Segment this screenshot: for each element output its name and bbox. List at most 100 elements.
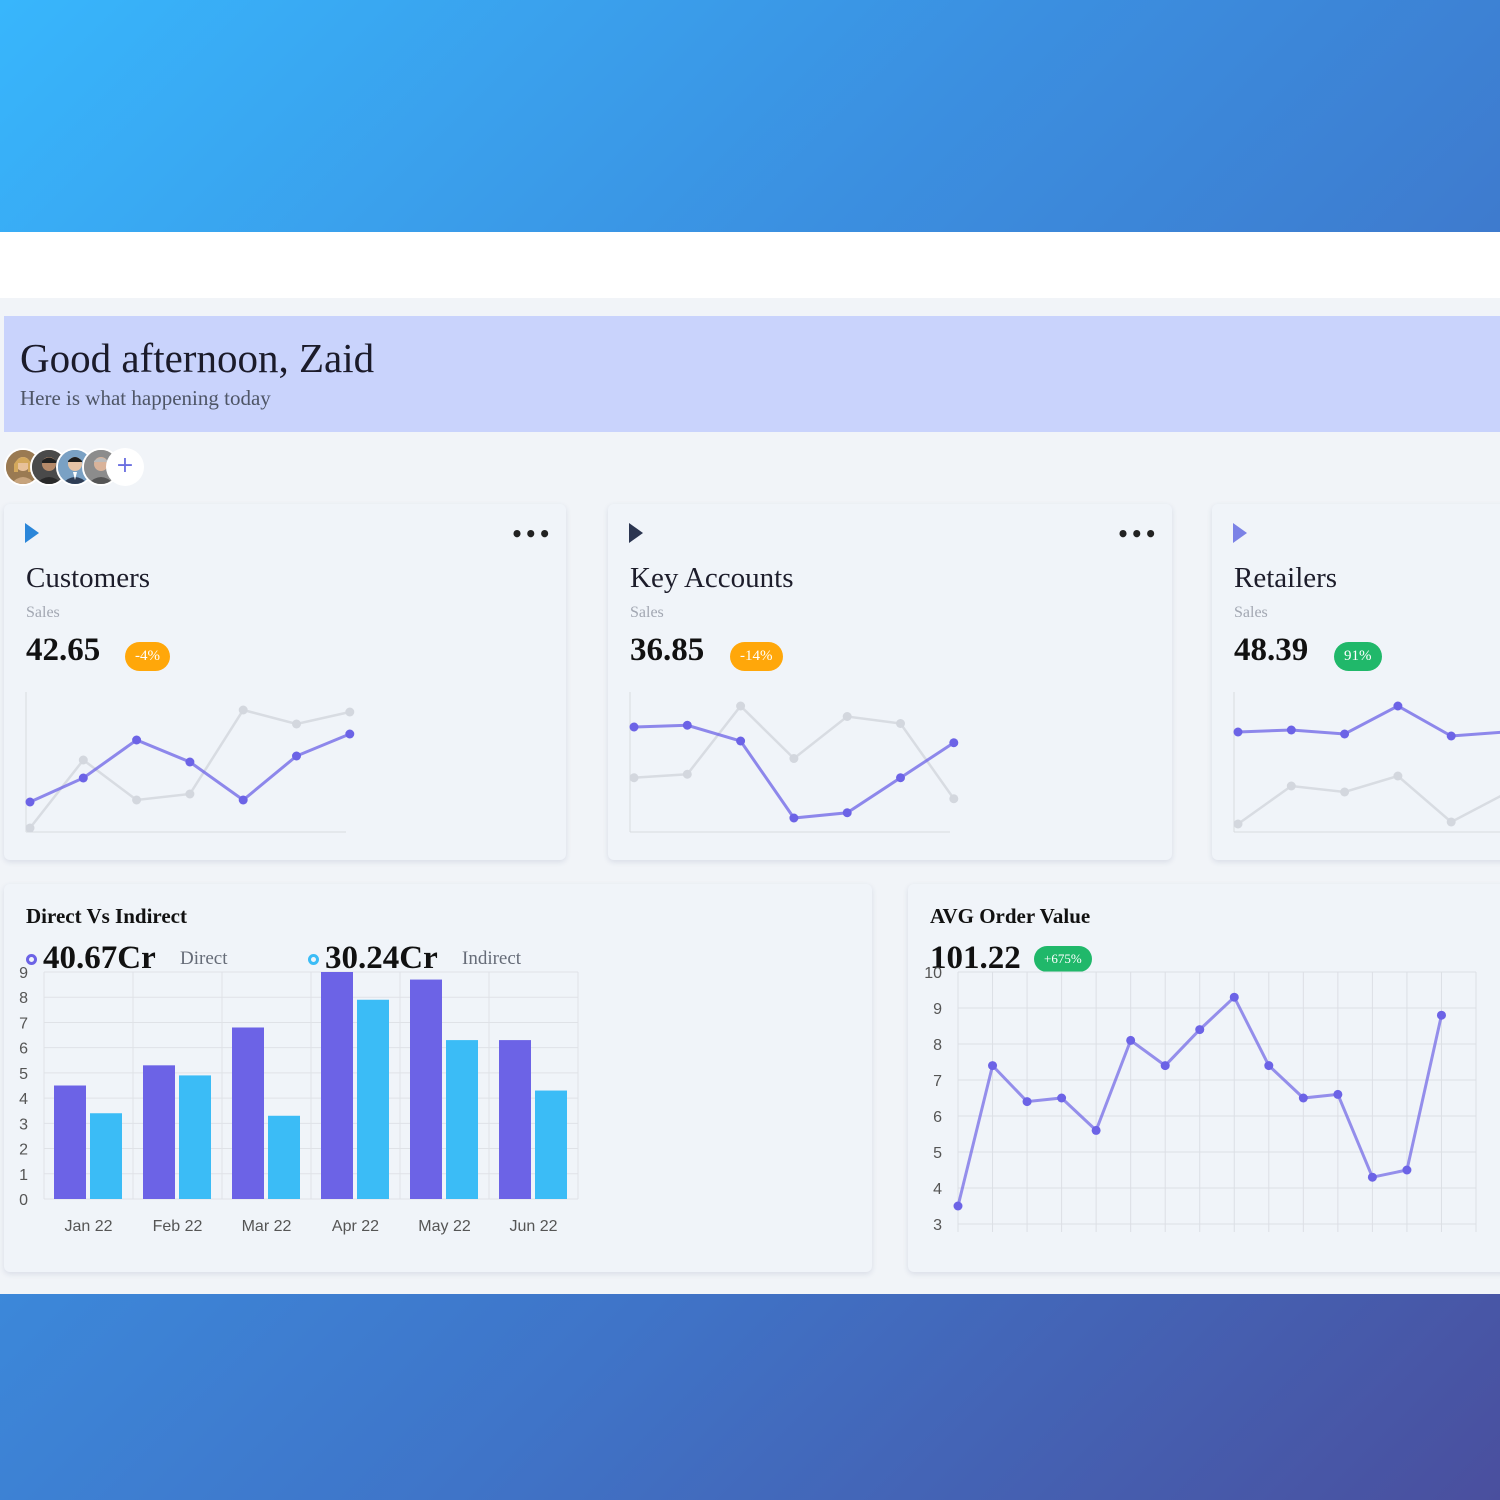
- bar-direct: [499, 1040, 531, 1199]
- direct-vs-indirect-bar-chart: 0 1 2 3 4 5 6 7 8 9 Jan 22 Feb 22 Mar 22 Apr 22 May 22…: [19, 965, 579, 1235]
- key-accounts-card: ••• Key Accounts Sales 36.85 -14%: [608, 504, 1172, 860]
- greeting-subtitle: Here is what happening today: [20, 386, 271, 410]
- sparkline-point: [896, 773, 905, 783]
- change-badge: 91%: [1334, 642, 1382, 671]
- line-chart-point: [988, 1061, 998, 1071]
- bar-direct: [54, 1085, 86, 1199]
- line-chart-y-tick: 9: [933, 1001, 942, 1018]
- sparkline-point: [842, 712, 852, 721]
- retailers-card: Retailers Sales 48.39 91%: [1212, 504, 1500, 860]
- line-chart-point: [1402, 1165, 1412, 1175]
- avg-order-value-card: AVG Order Value 101.22 +675% 3 4 5 6 7 8 9 10: [908, 884, 1500, 1272]
- line-chart-y-tick: 4: [933, 1181, 942, 1198]
- sparkline-point: [949, 794, 959, 804]
- line-chart-point: [953, 1201, 963, 1211]
- bar-indirect: [357, 999, 389, 1199]
- bar-chart-y-tick: 7: [19, 1015, 28, 1032]
- bar-chart-y-tick: 4: [19, 1091, 28, 1108]
- sparkline-point: [1340, 729, 1350, 739]
- bar-direct: [410, 979, 442, 1199]
- card-sublabel: Sales: [1234, 604, 1268, 621]
- bar-indirect: [268, 1115, 300, 1199]
- direct-vs-indirect-card: Direct Vs Indirect 40.67Cr Direct 30.24C…: [4, 884, 872, 1272]
- card-value: 42.65: [26, 632, 101, 668]
- customers-card: ••• Customers Sales 42.65 -4%: [4, 504, 566, 860]
- sparkline-point: [896, 719, 905, 728]
- sparkline-point: [1340, 787, 1350, 797]
- bar-indirect: [90, 1113, 122, 1199]
- sparkline-point: [238, 795, 248, 805]
- line-chart-point: [1229, 992, 1239, 1002]
- card-value: 36.85: [630, 632, 705, 668]
- sparkline-point: [949, 738, 959, 748]
- sparkline-point: [345, 729, 355, 739]
- sparkline-point: [736, 736, 746, 746]
- sparkline-point: [682, 720, 692, 730]
- more-options-icon[interactable]: •••: [1117, 522, 1158, 546]
- play-triangle-icon[interactable]: [24, 522, 40, 544]
- retailers-sparkline: [1233, 692, 1500, 833]
- bar-direct: [232, 1027, 264, 1199]
- card-title: Retailers: [1234, 562, 1338, 594]
- bar-chart-x-tick: Jun 22: [509, 1218, 557, 1235]
- bar-chart-y-tick: 0: [19, 1192, 28, 1209]
- key-accounts-sparkline: [629, 692, 959, 833]
- greeting-banner: Good afternoon, Zaid Here is what happen…: [4, 316, 1500, 432]
- more-options-icon[interactable]: •••: [511, 522, 552, 546]
- bar-direct: [321, 972, 353, 1199]
- card-value: 48.39: [1234, 632, 1309, 668]
- sparkline-point: [736, 701, 746, 711]
- bar-chart-x-tick: May 22: [418, 1218, 471, 1235]
- sparkline-point: [345, 707, 355, 717]
- sparkline-point: [1393, 701, 1403, 711]
- change-badge: -4%: [125, 642, 170, 671]
- sparkline-point: [682, 769, 692, 779]
- sparkline-point: [1393, 771, 1403, 781]
- line-chart-point: [1264, 1061, 1274, 1071]
- bar-direct: [143, 1065, 175, 1199]
- line-chart-point: [1091, 1125, 1101, 1135]
- sparkline-point: [1233, 727, 1243, 737]
- sparkline-current-series: [1237, 704, 1500, 738]
- sparkline-point: [292, 751, 301, 761]
- bar-indirect: [446, 1040, 478, 1199]
- bar-chart-y-tick: 3: [19, 1116, 28, 1133]
- avg-order-value-line-chart: 3 4 5 6 7 8 9 10: [924, 965, 1477, 1234]
- sparkline-point: [789, 813, 799, 823]
- sparkline-point: [629, 773, 639, 783]
- sparkline-point: [1286, 781, 1296, 791]
- line-chart-y-tick: 5: [933, 1145, 942, 1162]
- line-chart-point: [1367, 1172, 1377, 1182]
- sparkline-point: [132, 795, 142, 805]
- add-member-button[interactable]: +: [106, 448, 144, 486]
- play-triangle-icon[interactable]: [1232, 522, 1248, 544]
- bar-chart-x-tick: Feb 22: [153, 1218, 203, 1235]
- sparkline-previous-series: [1237, 774, 1500, 826]
- line-chart-point: [1022, 1097, 1032, 1107]
- sparkline-point: [25, 797, 35, 807]
- bar-chart-y-tick: 8: [19, 990, 28, 1007]
- bar-indirect: [179, 1075, 211, 1199]
- line-chart-point: [1436, 1010, 1446, 1020]
- bar-chart-x-tick: Jan 22: [64, 1218, 112, 1235]
- card-sublabel: Sales: [26, 604, 60, 621]
- bar-chart-y-tick: 2: [19, 1142, 28, 1159]
- line-chart-point: [1298, 1093, 1308, 1103]
- line-chart-point: [1126, 1035, 1136, 1045]
- card-title: Customers: [26, 562, 151, 594]
- line-chart-y-tick: 8: [933, 1037, 942, 1054]
- bar-chart-y-tick: 1: [19, 1167, 28, 1184]
- greeting-title: Good afternoon, Zaid: [20, 335, 375, 381]
- sparkline-point: [1446, 817, 1456, 827]
- top-bar: [0, 232, 1500, 298]
- sparkline-point: [78, 773, 88, 783]
- line-chart-point: [1333, 1089, 1343, 1099]
- sparkline-point: [185, 757, 195, 767]
- play-triangle-icon[interactable]: [628, 522, 644, 544]
- sparkline-point: [292, 719, 301, 729]
- line-chart-y-tick: 7: [933, 1073, 942, 1090]
- sparkline-current-series: [633, 723, 955, 820]
- change-badge: -14%: [730, 642, 783, 671]
- card-sublabel: Sales: [630, 604, 664, 621]
- sparkline-previous-series: [633, 704, 955, 800]
